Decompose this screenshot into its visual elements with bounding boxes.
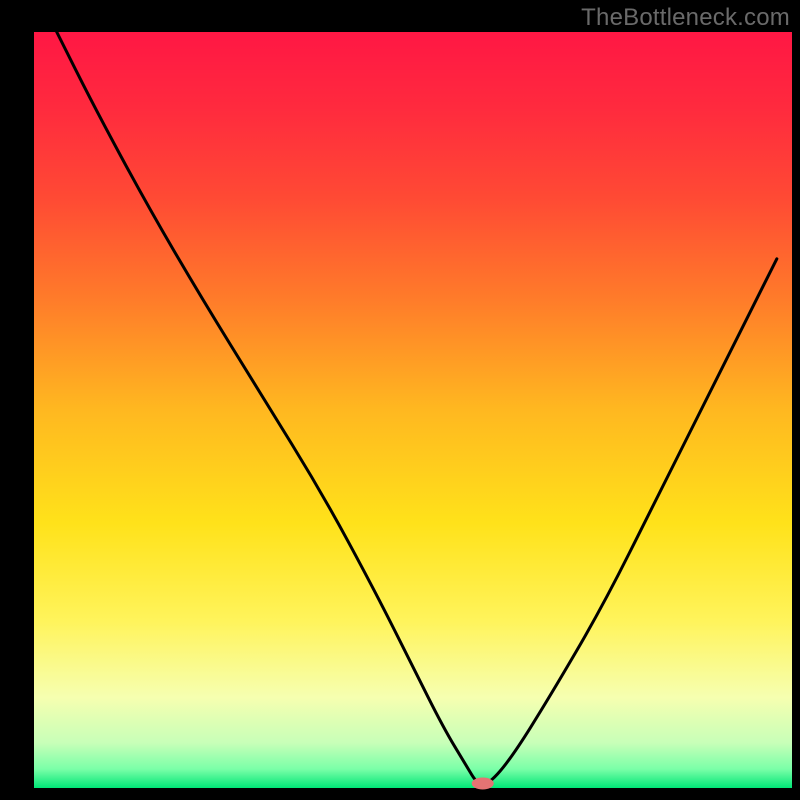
optimal-point-marker <box>472 777 494 789</box>
watermark-text: TheBottleneck.com <box>581 4 790 32</box>
plot-background <box>34 32 792 788</box>
bottleneck-chart: TheBottleneck.com <box>0 0 800 800</box>
chart-svg <box>0 0 800 800</box>
